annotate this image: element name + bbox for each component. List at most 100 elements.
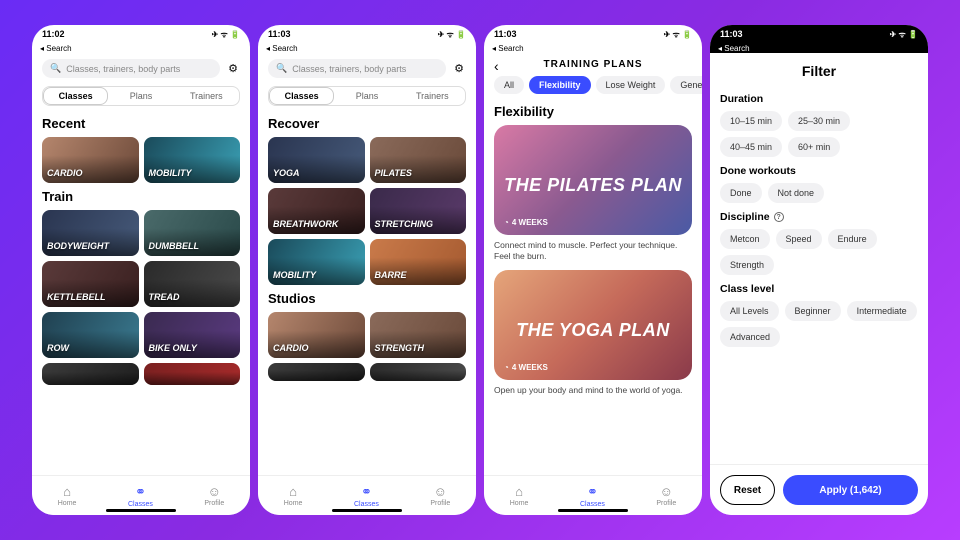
chip-speed[interactable]: Speed bbox=[776, 229, 822, 249]
chip-40-45[interactable]: 40–45 min bbox=[720, 137, 782, 157]
section-recent: Recent bbox=[42, 116, 240, 131]
info-icon[interactable]: ? bbox=[774, 212, 784, 222]
breadcrumb-back[interactable]: ◂ Search bbox=[710, 43, 928, 53]
plan-desc: Open up your body and mind to the world … bbox=[494, 385, 692, 396]
tab-home[interactable]: ⌂Home bbox=[284, 484, 303, 507]
screen-training-plans: 11:03 ✈ ᯤ 🔋 ◂ Search ‹ TRAINING PLANS Al… bbox=[484, 25, 702, 515]
card-partial[interactable] bbox=[268, 363, 365, 381]
classes-icon: ⚭ bbox=[361, 484, 372, 500]
seg-plans[interactable]: Plans bbox=[334, 87, 399, 105]
chip-intermediate[interactable]: Intermediate bbox=[847, 301, 917, 321]
card-mobility[interactable]: MOBILITY bbox=[268, 239, 365, 285]
chip-10-15[interactable]: 10–15 min bbox=[720, 111, 782, 131]
filter-toggle-icon[interactable]: ⚙ bbox=[452, 62, 466, 75]
card-strength[interactable]: STRENGTH bbox=[370, 312, 467, 358]
classes-icon: ⚭ bbox=[135, 484, 146, 500]
chip-flexibility[interactable]: Flexibility bbox=[529, 76, 591, 94]
plan-card-yoga[interactable]: THE YOGA PLAN ◔4 WEEKS bbox=[494, 270, 692, 380]
chip-beginner[interactable]: Beginner bbox=[785, 301, 841, 321]
filter-title: Filter bbox=[710, 55, 928, 85]
plan-desc: Connect mind to muscle. Perfect your tec… bbox=[494, 240, 692, 262]
chip-endure[interactable]: Endure bbox=[828, 229, 877, 249]
status-time: 11:02 bbox=[42, 29, 65, 39]
filter-group-level: Class level bbox=[720, 283, 918, 295]
tab-home[interactable]: ⌂Home bbox=[510, 484, 529, 507]
section-flexibility: Flexibility bbox=[494, 104, 692, 119]
tab-profile[interactable]: ☺Profile bbox=[204, 484, 224, 507]
profile-icon: ☺ bbox=[208, 484, 221, 499]
card-kettlebell[interactable]: KETTLEBELL bbox=[42, 261, 139, 307]
breadcrumb-back[interactable]: ◂ Search bbox=[32, 43, 250, 53]
chip-advanced[interactable]: Advanced bbox=[720, 327, 780, 347]
card-bodyweight[interactable]: BODYWEIGHT bbox=[42, 210, 139, 256]
breadcrumb-back[interactable]: ◂ Search bbox=[258, 43, 476, 53]
segmented-control: Classes Plans Trainers bbox=[268, 86, 466, 106]
card-partial[interactable] bbox=[42, 363, 139, 385]
chip-60-plus[interactable]: 60+ min bbox=[788, 137, 840, 157]
card-stretching[interactable]: STRETCHING bbox=[370, 188, 467, 234]
status-icons: ✈ ᯤ 🔋 bbox=[212, 29, 240, 40]
search-icon: 🔍 bbox=[276, 63, 287, 74]
card-pilates[interactable]: PILATES bbox=[370, 137, 467, 183]
card-dumbbell[interactable]: DUMBBELL bbox=[144, 210, 241, 256]
filter-group-done: Done workouts bbox=[720, 165, 918, 177]
filter-tabs: All Flexibility Lose Weight General bbox=[484, 72, 702, 100]
home-indicator bbox=[558, 509, 628, 512]
seg-trainers[interactable]: Trainers bbox=[400, 87, 465, 105]
clock-icon: ◔ bbox=[504, 363, 509, 372]
card-cardio[interactable]: CARDIO bbox=[268, 312, 365, 358]
seg-classes[interactable]: Classes bbox=[269, 87, 334, 105]
section-studios: Studios bbox=[268, 291, 466, 306]
chip-general[interactable]: General bbox=[670, 76, 702, 94]
search-input[interactable]: 🔍 Classes, trainers, body parts bbox=[42, 59, 220, 78]
section-recover: Recover bbox=[268, 116, 466, 131]
tab-classes[interactable]: ⚭Classes bbox=[354, 484, 379, 508]
chip-strength[interactable]: Strength bbox=[720, 255, 774, 275]
card-barre[interactable]: BARRE bbox=[370, 239, 467, 285]
page-title: ‹ TRAINING PLANS bbox=[484, 53, 702, 72]
plan-card-pilates[interactable]: THE PILATES PLAN ◔4 WEEKS bbox=[494, 125, 692, 235]
card-mobility[interactable]: MOBILITY bbox=[144, 137, 241, 183]
status-bar: 11:03 ✈ ᯤ 🔋 bbox=[710, 25, 928, 43]
status-bar: 11:03 ✈ ᯤ 🔋 bbox=[258, 25, 476, 43]
segmented-control: Classes Plans Trainers bbox=[42, 86, 240, 106]
seg-plans[interactable]: Plans bbox=[108, 87, 173, 105]
card-cardio[interactable]: CARDIO bbox=[42, 137, 139, 183]
chip-lose-weight[interactable]: Lose Weight bbox=[596, 76, 666, 94]
chip-metcon[interactable]: Metcon bbox=[720, 229, 770, 249]
tab-classes[interactable]: ⚭Classes bbox=[128, 484, 153, 508]
apply-button[interactable]: Apply (1,642) bbox=[783, 475, 918, 505]
card-breathwork[interactable]: BREATHWORK bbox=[268, 188, 365, 234]
filter-toggle-icon[interactable]: ⚙ bbox=[226, 62, 240, 75]
status-bar: 11:03 ✈ ᯤ 🔋 bbox=[484, 25, 702, 43]
status-bar: 11:02 ✈ ᯤ 🔋 bbox=[32, 25, 250, 43]
seg-trainers[interactable]: Trainers bbox=[174, 87, 239, 105]
status-icons: ✈ ᯤ 🔋 bbox=[664, 29, 692, 40]
card-partial[interactable] bbox=[144, 363, 241, 385]
card-tread[interactable]: TREAD bbox=[144, 261, 241, 307]
chip-not-done[interactable]: Not done bbox=[768, 183, 825, 203]
breadcrumb-back[interactable]: ◂ Search bbox=[484, 43, 702, 53]
card-row[interactable]: ROW bbox=[42, 312, 139, 358]
card-yoga[interactable]: YOGA bbox=[268, 137, 365, 183]
tab-classes[interactable]: ⚭Classes bbox=[580, 484, 605, 508]
screen-classes-recover: 11:03 ✈ ᯤ 🔋 ◂ Search 🔍 Classes, trainers… bbox=[258, 25, 476, 515]
chip-25-30[interactable]: 25–30 min bbox=[788, 111, 850, 131]
classes-icon: ⚭ bbox=[587, 484, 598, 500]
screen-classes-recent: 11:02 ✈ ᯤ 🔋 ◂ Search 🔍 Classes, trainers… bbox=[32, 25, 250, 515]
section-train: Train bbox=[42, 189, 240, 204]
tab-profile[interactable]: ☺Profile bbox=[430, 484, 450, 507]
home-icon: ⌂ bbox=[63, 484, 71, 499]
chip-done[interactable]: Done bbox=[720, 183, 762, 203]
tab-home[interactable]: ⌂Home bbox=[58, 484, 77, 507]
card-partial[interactable] bbox=[370, 363, 467, 381]
chip-all[interactable]: All bbox=[494, 76, 524, 94]
search-input[interactable]: 🔍 Classes, trainers, body parts bbox=[268, 59, 446, 78]
status-icons: ✈ ᯤ 🔋 bbox=[438, 29, 466, 40]
reset-button[interactable]: Reset bbox=[720, 475, 775, 505]
card-bike-only[interactable]: BIKE ONLY bbox=[144, 312, 241, 358]
back-icon[interactable]: ‹ bbox=[494, 58, 500, 74]
seg-classes[interactable]: Classes bbox=[43, 87, 108, 105]
tab-profile[interactable]: ☺Profile bbox=[656, 484, 676, 507]
chip-all-levels[interactable]: All Levels bbox=[720, 301, 779, 321]
